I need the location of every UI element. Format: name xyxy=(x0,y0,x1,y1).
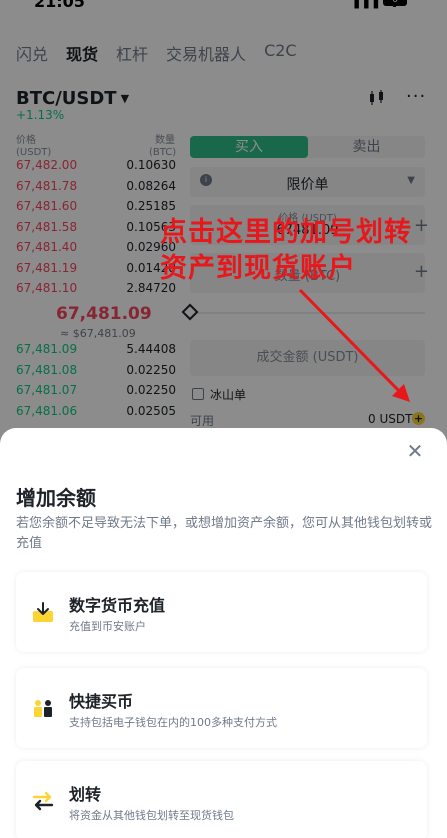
deposit-icon xyxy=(32,601,54,623)
p2p-buy-icon xyxy=(32,697,54,719)
option-title: 快捷买币 xyxy=(69,692,134,711)
option-subtitle: 将资金从其他钱包划转至现货钱包 xyxy=(69,809,234,822)
option-quick-buy[interactable]: 快捷买币 支持包括电子钱包在内的100多种支付方式 xyxy=(16,668,427,748)
sheet-description: 若您余额不足导致无法下单，或想增加资产余额，您可从其他钱包划转或充值 xyxy=(16,516,433,551)
close-icon[interactable]: ✕ xyxy=(404,440,426,462)
option-subtitle: 充值到币安账户 xyxy=(69,620,146,633)
option-subtitle: 支持包括电子钱包在内的100多种支付方式 xyxy=(69,716,277,729)
add-balance-sheet: ✕ 增加余额 若您余额不足导致无法下单，或想增加资产余额，您可从其他钱包划转或充… xyxy=(0,428,447,838)
option-title: 数字货币充值 xyxy=(69,596,166,615)
option-crypto-deposit[interactable]: 数字货币充值 充值到币安账户 xyxy=(16,572,427,652)
option-title: 划转 xyxy=(69,785,102,804)
transfer-icon xyxy=(32,790,54,812)
sheet-title: 增加余额 xyxy=(16,486,96,510)
option-transfer[interactable]: 划转 将资金从其他钱包划转至现货钱包 xyxy=(16,761,427,838)
